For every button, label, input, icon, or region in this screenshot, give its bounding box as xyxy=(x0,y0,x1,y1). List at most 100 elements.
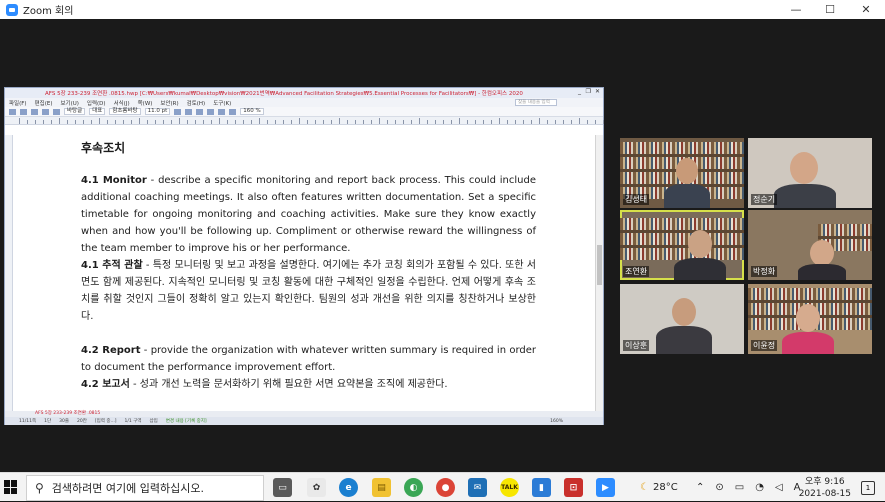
align-left-icon[interactable] xyxy=(207,108,215,115)
close-button[interactable]: ✕ xyxy=(848,0,884,19)
menu-page[interactable]: 쪽(W) xyxy=(138,99,153,107)
menu-insert[interactable]: 입력(D) xyxy=(87,99,106,107)
ruler-tick xyxy=(347,120,348,124)
taskbar-clock[interactable]: 오후 9:16 2021-08-15 xyxy=(799,476,851,500)
underline-icon[interactable] xyxy=(196,108,204,115)
participant-tile[interactable]: 이윤정 xyxy=(748,284,872,354)
font-select[interactable]: 함초롬바탕 xyxy=(109,108,141,115)
participant-body xyxy=(774,184,836,208)
ruler-tick xyxy=(339,118,340,124)
chevron-up-icon[interactable]: ⌃ xyxy=(696,482,704,493)
font-size-select[interactable]: 11.0 pt xyxy=(144,108,171,115)
menu-file[interactable]: 파일(F) xyxy=(9,99,27,107)
ruler-tick xyxy=(411,120,412,124)
vertical-scrollbar[interactable] xyxy=(595,135,603,411)
paragraph-text: - describe a specific monitoring and rep… xyxy=(81,175,536,254)
paragraph-text: - provide the organization with whatever… xyxy=(81,345,536,373)
participant-name: 조연환 xyxy=(623,266,650,277)
participant-face xyxy=(810,240,834,266)
menu-security[interactable]: 보안(R) xyxy=(160,99,178,107)
participant-tile[interactable]: 정순기 xyxy=(748,138,872,208)
status-section: 1/1 구역 xyxy=(124,419,142,424)
participant-name: 이윤정 xyxy=(751,340,778,351)
mail-icon[interactable]: ✉ xyxy=(468,478,487,497)
status-zoom[interactable]: 160% xyxy=(550,419,563,424)
ruler-tick xyxy=(67,120,68,124)
kakaotalk-icon[interactable]: TALK xyxy=(500,478,519,497)
weather-temperature: 28°C xyxy=(652,482,678,493)
document-search-input[interactable]: 찾을 내용을 입력 xyxy=(515,99,557,106)
ruler-tick xyxy=(171,120,172,124)
doc-close-button[interactable]: ✕ xyxy=(595,88,600,95)
zoom-select[interactable]: 160 % xyxy=(240,108,264,115)
windows-taskbar: ⚲ 검색하려면 여기에 입력하십시오. ▭ ✿ e ▤ ◐ ● ✉ TALK ▮… xyxy=(0,472,885,501)
doc-restore-button[interactable]: ❐ xyxy=(586,88,591,95)
style-select[interactable]: 바탕글 xyxy=(64,108,86,115)
align-justify-icon[interactable] xyxy=(229,108,237,115)
ruler-tick xyxy=(555,120,556,124)
menu-review[interactable]: 검토(H) xyxy=(187,99,206,107)
document-page: 후속조치 4.1 Monitor - describe a specific m… xyxy=(15,135,595,411)
bold-icon[interactable] xyxy=(174,108,182,115)
participant-tile[interactable]: 김성태 xyxy=(620,138,744,208)
undo-icon[interactable] xyxy=(53,108,60,115)
battery-icon[interactable]: ▭ xyxy=(735,482,744,493)
ruler-tick xyxy=(387,120,388,124)
windows-start-button[interactable] xyxy=(4,480,18,494)
task-view-icon[interactable]: ▭ xyxy=(273,478,292,497)
wifi-icon[interactable]: ◔ xyxy=(755,482,764,493)
print-icon[interactable] xyxy=(42,108,49,115)
menu-format[interactable]: 서식(J) xyxy=(114,99,130,107)
zoom-app-icon[interactable]: ▶ xyxy=(596,478,615,497)
align-center-icon[interactable] xyxy=(218,108,226,115)
ruler-tick xyxy=(363,120,364,124)
participant-face xyxy=(672,298,696,326)
participant-tile[interactable]: 박정화 xyxy=(748,210,872,280)
participant-tile[interactable]: 이상훈 xyxy=(620,284,744,354)
capture-tool-icon[interactable]: ⊡ xyxy=(564,478,583,497)
save-icon[interactable] xyxy=(31,108,38,115)
menu-tools[interactable]: 도구(K) xyxy=(213,99,231,107)
ruler-tick xyxy=(483,120,484,124)
participant-body xyxy=(656,326,712,354)
ruler-tick xyxy=(115,120,116,124)
menu-edit[interactable]: 편집(E) xyxy=(35,99,53,107)
ruler-tick xyxy=(59,118,60,124)
scrollbar-thumb[interactable] xyxy=(597,245,602,285)
ruler-tick xyxy=(275,120,276,124)
open-icon[interactable] xyxy=(20,108,27,115)
italic-icon[interactable] xyxy=(185,108,193,115)
ruler-tick xyxy=(547,120,548,124)
weather-widget[interactable]: ☾ 28°C xyxy=(640,473,678,502)
document-title: AFS 5장 233-239 조연환 .0815.hwp [C:₩Users₩k… xyxy=(45,91,523,97)
language-select[interactable]: 대표 xyxy=(89,108,106,115)
minimize-button[interactable]: — xyxy=(778,0,814,19)
taskbar-search-box[interactable]: ⚲ 검색하려면 여기에 입력하십시오. xyxy=(26,475,264,501)
participant-tile-active-speaker[interactable]: 조연환 xyxy=(620,210,744,280)
doc-minimize-button[interactable]: _ xyxy=(578,88,581,95)
paint-icon[interactable]: ✿ xyxy=(307,478,326,497)
document-status-bar: 11/11쪽 1단 30줄 20칸 [입력 중...] 1/1 구역 삽입 변경… xyxy=(5,417,603,425)
notification-center-icon[interactable]: 1 xyxy=(861,481,875,495)
file-explorer-icon[interactable]: ▤ xyxy=(372,478,391,497)
participant-face xyxy=(790,152,818,184)
new-doc-icon[interactable] xyxy=(9,108,16,115)
hancom-office-icon[interactable]: ▮ xyxy=(532,478,551,497)
network-icon[interactable]: ⊙ xyxy=(715,482,723,493)
ruler-tick xyxy=(595,120,596,124)
ruler-tick xyxy=(195,120,196,124)
ruler-tick xyxy=(211,120,212,124)
whale-browser-icon[interactable]: ◐ xyxy=(404,478,423,497)
ruler-tick xyxy=(307,120,308,124)
taskbar-search-placeholder: 검색하려면 여기에 입력하십시오. xyxy=(51,482,204,495)
participant-name: 김성태 xyxy=(623,194,650,205)
status-line: 30줄 xyxy=(59,419,69,424)
edge-browser-icon[interactable]: e xyxy=(339,478,358,497)
chrome-browser-icon[interactable]: ● xyxy=(436,478,455,497)
volume-icon[interactable]: ◁ xyxy=(775,482,783,493)
paragraph-text: - 특정 모니터링 및 보고 과정을 설명한다. 여기에는 추가 코칭 회의가 … xyxy=(81,260,537,322)
menu-view[interactable]: 보기(U) xyxy=(60,99,78,107)
moon-icon: ☾ xyxy=(640,482,649,493)
ruler-tick xyxy=(507,120,508,124)
maximize-button[interactable]: ☐ xyxy=(812,0,848,19)
